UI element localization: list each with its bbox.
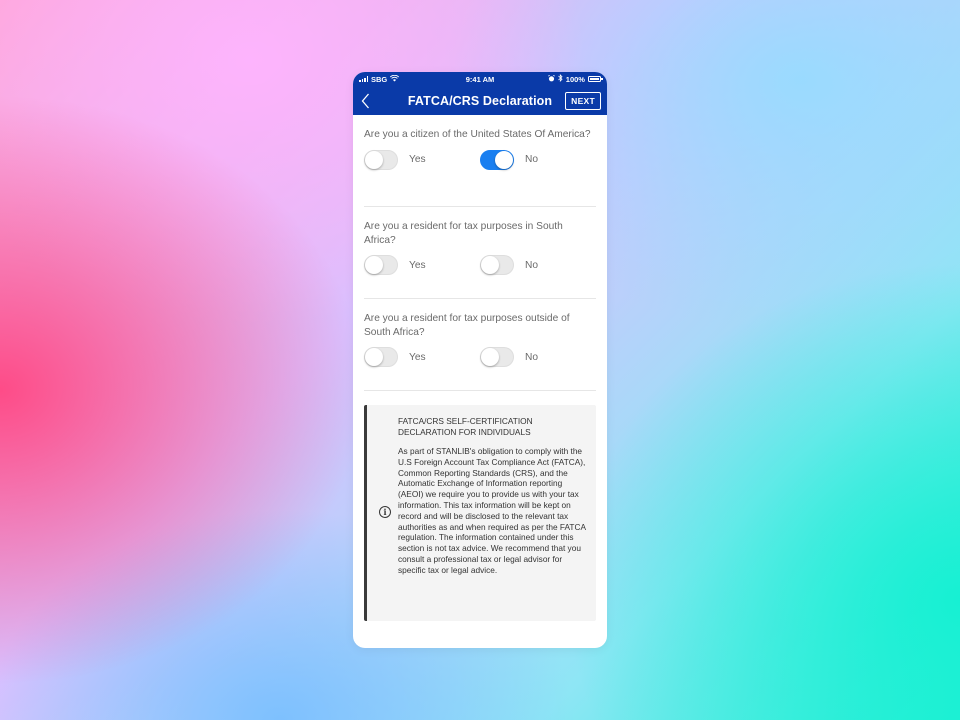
next-button[interactable]: NEXT bbox=[565, 92, 601, 110]
form-content: Are you a citizen of the United States O… bbox=[353, 115, 607, 621]
yes-label: Yes bbox=[409, 154, 426, 165]
fatca-info-card: i FATCA/CRS SELF-CERTIFICATION DECLARATI… bbox=[364, 405, 596, 621]
toggle-row: Yes No bbox=[364, 255, 596, 275]
wifi-icon bbox=[390, 74, 400, 84]
yes-option: Yes bbox=[364, 149, 480, 170]
yes-label: Yes bbox=[409, 259, 426, 271]
no-option: No bbox=[480, 347, 596, 367]
yes-toggle[interactable] bbox=[364, 255, 398, 275]
back-button[interactable] bbox=[357, 92, 373, 110]
toggle-knob bbox=[365, 150, 383, 169]
page-title: FATCA/CRS Declaration bbox=[407, 93, 553, 108]
battery-icon bbox=[587, 76, 603, 82]
chevron-left-icon bbox=[361, 93, 369, 109]
question-text: Are you a resident for tax purposes in S… bbox=[364, 221, 563, 246]
status-left: SBG bbox=[359, 74, 429, 84]
no-label: No bbox=[525, 351, 539, 363]
toggle-row: Yes No bbox=[364, 347, 596, 367]
phone-screen: SBG 9:41 AM 100% FATCA/CRS Declaration N… bbox=[353, 72, 607, 648]
toggle-knob bbox=[481, 256, 499, 274]
no-label: No bbox=[525, 259, 539, 271]
status-right: 100% bbox=[531, 74, 603, 84]
question-foreign-tax-resident: Are you a resident for tax purposes outs… bbox=[364, 299, 596, 391]
no-label: No bbox=[525, 154, 539, 165]
question-us-citizen: Are you a citizen of the United States O… bbox=[364, 115, 596, 207]
signal-icon bbox=[359, 76, 368, 82]
yes-option: Yes bbox=[364, 347, 480, 367]
question-text: Are you a resident for tax purposes outs… bbox=[364, 313, 570, 338]
no-toggle[interactable] bbox=[480, 255, 514, 275]
yes-toggle[interactable] bbox=[364, 149, 398, 170]
bluetooth-icon bbox=[558, 74, 563, 84]
yes-option: Yes bbox=[364, 255, 480, 275]
question-sa-tax-resident: Are you a resident for tax purposes in S… bbox=[364, 207, 596, 299]
info-title: FATCA/CRS SELF-CERTIFICATION DECLARATION… bbox=[398, 416, 533, 437]
toggle-knob bbox=[365, 256, 383, 274]
battery-percent: 100% bbox=[565, 74, 585, 84]
nav-bar: FATCA/CRS Declaration NEXT bbox=[353, 86, 607, 115]
question-text: Are you a citizen of the United States O… bbox=[364, 129, 591, 140]
no-option: No bbox=[480, 149, 596, 170]
alarm-icon bbox=[547, 74, 555, 84]
status-time: 9:41 AM bbox=[465, 74, 495, 84]
no-toggle[interactable] bbox=[480, 347, 514, 367]
toggle-row: Yes No bbox=[364, 149, 596, 170]
toggle-knob bbox=[495, 150, 513, 169]
no-toggle[interactable] bbox=[480, 149, 514, 170]
status-bar: SBG 9:41 AM 100% bbox=[353, 72, 607, 86]
info-icon: i bbox=[379, 506, 391, 518]
toggle-knob bbox=[365, 348, 383, 366]
no-option: No bbox=[480, 255, 596, 275]
yes-toggle[interactable] bbox=[364, 347, 398, 367]
info-body: As part of STANLIB's obligation to compl… bbox=[398, 446, 586, 575]
yes-label: Yes bbox=[409, 351, 426, 363]
carrier-label: SBG bbox=[371, 74, 388, 84]
toggle-knob bbox=[481, 348, 499, 366]
